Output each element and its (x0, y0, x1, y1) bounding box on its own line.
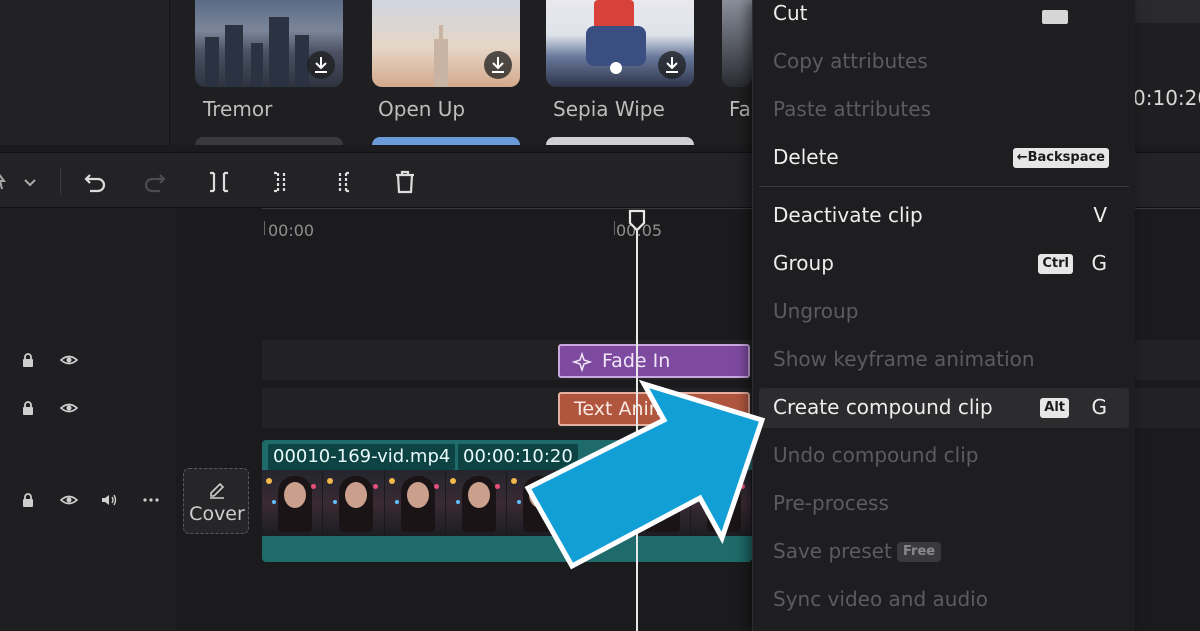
effect-clip-fade-in[interactable]: Fade In (558, 344, 750, 378)
download-icon[interactable] (307, 51, 335, 79)
menu-item-ungroup[interactable]: Ungroup (759, 292, 1129, 332)
menu-item-label: Show keyframe animation (773, 347, 1035, 371)
menu-item-undo-compound-clip[interactable]: Undo compound clip (759, 436, 1129, 476)
eye-icon[interactable] (59, 400, 79, 418)
menu-item-label: Ungroup (773, 299, 859, 323)
video-frame (568, 470, 630, 536)
menu-item-label: Save preset (773, 539, 892, 563)
split-left-icon[interactable] (268, 169, 294, 195)
video-clip[interactable]: 00010-169-vid.mp4 00:00:10:20 (262, 440, 752, 562)
menu-item-label: Cut (773, 1, 808, 25)
video-filename: 00010-169-vid.mp4 (268, 444, 456, 470)
toolbar-divider (60, 167, 61, 195)
lock-icon[interactable] (20, 400, 38, 418)
cut-shortcut-badge (1042, 10, 1068, 24)
free-badge: Free (897, 542, 942, 562)
menu-item-label: Delete (773, 145, 839, 169)
speaker-icon[interactable] (100, 492, 118, 510)
eye-icon[interactable] (59, 492, 79, 510)
redo-icon[interactable] (142, 169, 168, 195)
shortcut-key: V (1093, 203, 1107, 227)
video-filmstrip (262, 470, 752, 536)
video-frame (507, 470, 569, 536)
menu-divider (759, 186, 1129, 187)
thumbnail-label: Open Up (378, 97, 466, 121)
shortcut-key: G (1091, 395, 1108, 419)
video-duration: 00:00:10:20 (458, 444, 578, 470)
menu-item-deactivate-clip[interactable]: Deactivate clip V (759, 196, 1129, 236)
playhead-handle[interactable] (628, 209, 646, 233)
thumbnail-next-row (195, 137, 343, 145)
menu-item-delete[interactable]: Delete ←Backspace (759, 138, 1129, 178)
sparkle-icon (572, 352, 592, 372)
more-options-icon[interactable] (142, 492, 160, 510)
menu-item-group[interactable]: Group Ctrl G (759, 244, 1129, 284)
effect-thumbnail-partial[interactable] (722, 0, 752, 87)
playhead-line (636, 222, 638, 631)
menu-item-cut[interactable]: Cut (759, 0, 1129, 34)
video-frame (629, 470, 691, 536)
menu-item-label: Group (773, 251, 834, 275)
video-frame (445, 470, 507, 536)
effect-thumbnail-open-up[interactable] (372, 0, 520, 87)
cover-label: Cover (189, 503, 245, 525)
video-frame (323, 470, 385, 536)
thumbnail-next-row (372, 137, 520, 145)
trash-icon[interactable] (392, 169, 418, 195)
pencil-icon (210, 482, 225, 499)
menu-item-label: Paste attributes (773, 97, 931, 121)
thumbnail-label: Tremor (203, 97, 273, 121)
menu-item-label: Undo compound clip (773, 443, 979, 467)
effect-thumbnail-tremor[interactable] (195, 0, 343, 87)
cover-button[interactable]: Cover (183, 468, 249, 534)
menu-item-show-keyframe-animation[interactable]: Show keyframe animation (759, 340, 1129, 380)
ruler-tick: 00:00 (268, 221, 315, 240)
menu-item-label: Copy attributes (773, 49, 928, 73)
modifier-key-badge: Ctrl (1038, 254, 1073, 274)
effect-thumbnail-sepia-wipe[interactable] (546, 0, 694, 87)
track-headers (0, 208, 176, 631)
eye-icon[interactable] (59, 352, 79, 370)
chevron-down-icon[interactable] (20, 169, 46, 195)
menu-item-paste-attributes[interactable]: Paste attributes (759, 90, 1129, 130)
menu-item-label: Deactivate clip (773, 203, 923, 227)
download-icon[interactable] (658, 51, 686, 79)
media-sidebar (0, 0, 170, 145)
download-icon[interactable] (484, 51, 512, 79)
context-menu: Cut Copy attributes Paste attributes Del… (752, 0, 1135, 631)
split-icon[interactable] (206, 169, 232, 195)
modifier-key-badge: Alt (1040, 398, 1069, 418)
menu-item-create-compound-clip[interactable]: Create compound clip Alt G (759, 388, 1129, 428)
video-frame (262, 470, 324, 536)
menu-item-pre-process[interactable]: Pre-process (759, 484, 1129, 524)
lock-icon[interactable] (20, 352, 38, 370)
menu-item-label: Pre-process (773, 491, 889, 515)
menu-item-save-preset[interactable]: Save preset Free (759, 532, 1129, 572)
split-right-icon[interactable] (330, 169, 356, 195)
text-clip[interactable]: Text Anim (558, 392, 750, 426)
menu-item-label: Sync video and audio (773, 587, 988, 611)
backspace-key-badge: ←Backspace (1012, 148, 1109, 168)
undo-icon[interactable] (82, 169, 108, 195)
video-frame (384, 470, 446, 536)
thumbnail-next-row (546, 137, 694, 145)
menu-item-sync-video-and-audio[interactable]: Sync video and audio (759, 580, 1129, 620)
thumbnail-label: Fa (729, 97, 751, 121)
thumbnail-label: Sepia Wipe (553, 97, 665, 121)
duration-readout: 0:10:20 (1133, 86, 1200, 110)
shortcut-key: G (1091, 251, 1108, 275)
menu-item-label: Create compound clip (773, 395, 993, 419)
menu-item-copy-attributes[interactable]: Copy attributes (759, 42, 1129, 82)
lock-icon[interactable] (20, 492, 38, 510)
video-frame (690, 470, 752, 536)
clip-label: Text Anim (574, 398, 668, 420)
select-tool-icon[interactable] (0, 169, 22, 195)
